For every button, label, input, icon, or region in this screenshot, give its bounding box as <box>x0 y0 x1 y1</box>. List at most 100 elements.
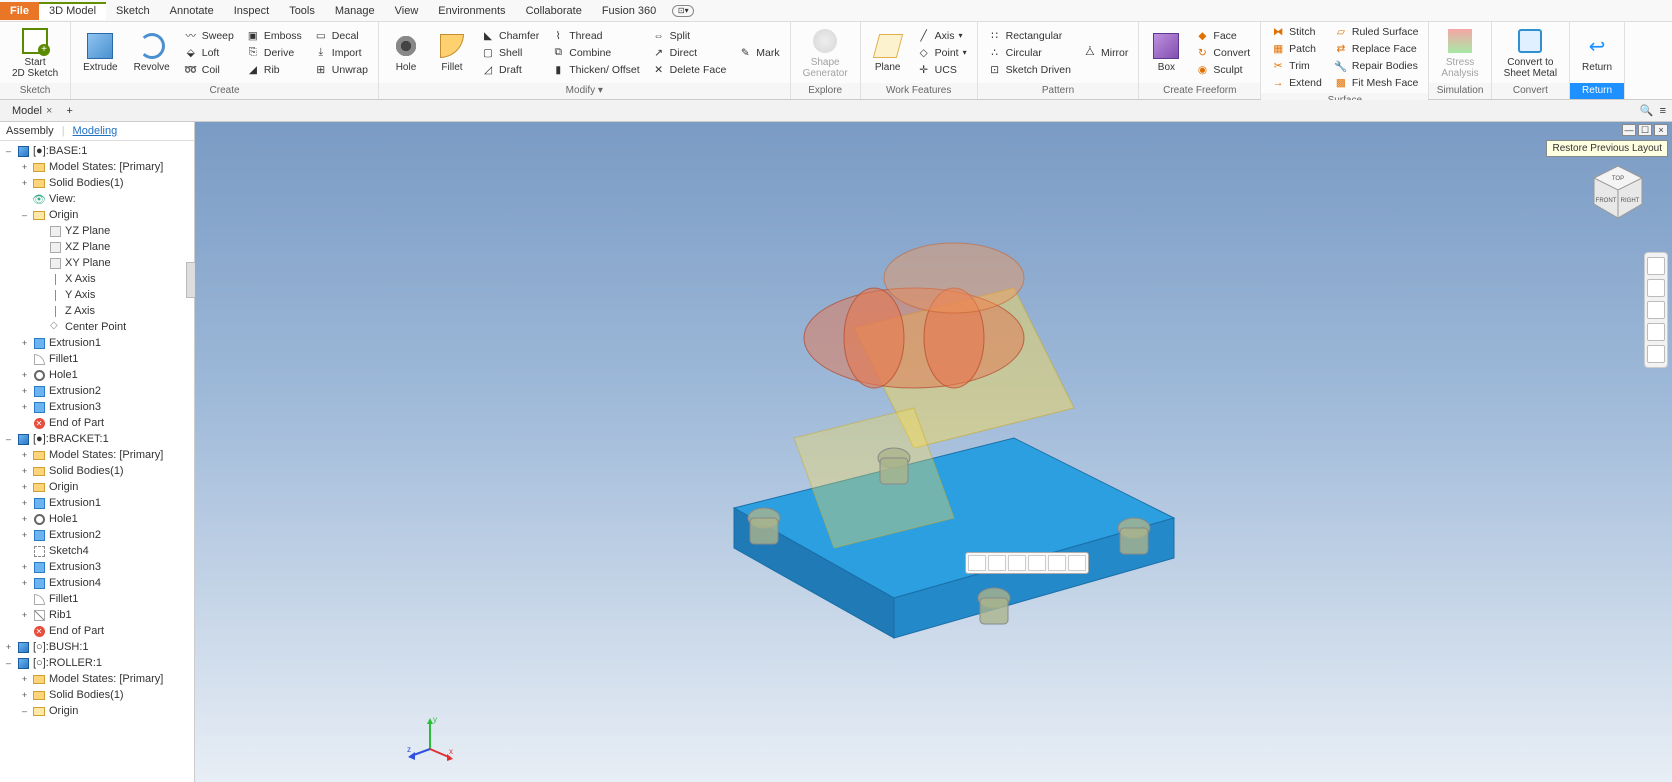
new-tab-button[interactable]: + <box>60 103 78 119</box>
collapse-ribbon-icon[interactable]: ⊡▾ <box>672 5 694 17</box>
mini-tool-3[interactable] <box>1008 555 1026 571</box>
expand-icon[interactable]: – <box>20 706 29 716</box>
tree-node[interactable]: Fillet1 <box>0 351 194 367</box>
ruled-surface-button[interactable]: ▱Ruled Surface <box>1330 24 1423 40</box>
sketch-driven-button[interactable]: ⊡Sketch Driven <box>984 62 1075 78</box>
viewport-maximize-button[interactable]: ☐ <box>1638 124 1652 136</box>
menu-environments[interactable]: Environments <box>428 2 515 20</box>
extrude-button[interactable]: Extrude <box>77 30 123 75</box>
draft-button[interactable]: ◿Draft <box>477 62 543 78</box>
sweep-button[interactable]: 〰Sweep <box>180 28 238 44</box>
expand-icon[interactable] <box>20 594 29 604</box>
tree-node[interactable]: +Origin <box>0 479 194 495</box>
fit-mesh-face-button[interactable]: ▩Fit Mesh Face <box>1330 75 1423 91</box>
split-button[interactable]: ⇔Split <box>648 28 731 44</box>
expand-icon[interactable] <box>36 242 45 252</box>
chamfer-button[interactable]: ◣Chamfer <box>477 28 543 44</box>
tree-node[interactable]: –[●]:BASE:1 <box>0 143 194 159</box>
trim-button[interactable]: ✂Trim <box>1267 58 1326 74</box>
decal-button[interactable]: ▭Decal <box>310 28 372 44</box>
expand-icon[interactable]: + <box>20 450 29 460</box>
expand-icon[interactable] <box>36 306 45 316</box>
expand-icon[interactable]: + <box>20 514 29 524</box>
menu-view[interactable]: View <box>385 2 429 20</box>
menu-file[interactable]: File <box>0 2 39 20</box>
tree-node[interactable]: ✕End of Part <box>0 623 194 639</box>
thread-button[interactable]: ⌇Thread <box>547 28 643 44</box>
expand-icon[interactable] <box>36 226 45 236</box>
expand-icon[interactable]: + <box>20 162 29 172</box>
point-button[interactable]: ◇Point ▾ <box>913 45 971 61</box>
tree-node[interactable]: +Extrusion1 <box>0 495 194 511</box>
expand-icon[interactable] <box>36 290 45 300</box>
panel-label-modify[interactable]: Modify ▾ <box>379 83 790 99</box>
repair-bodies-button[interactable]: 🔧Repair Bodies <box>1330 58 1423 74</box>
viewport-close-button[interactable]: × <box>1654 124 1668 136</box>
tree-node[interactable]: –Origin <box>0 703 194 719</box>
replace-face-button[interactable]: ⇄Replace Face <box>1330 41 1423 57</box>
expand-icon[interactable]: + <box>20 482 29 492</box>
tree-node[interactable]: XY Plane <box>0 255 194 271</box>
stitch-button[interactable]: ⧓Stitch <box>1267 24 1326 40</box>
tree-node[interactable]: –[●]:BRACKET:1 <box>0 431 194 447</box>
expand-icon[interactable]: + <box>4 642 13 652</box>
tree-node[interactable]: 👁View: <box>0 191 194 207</box>
emboss-button[interactable]: ▣Emboss <box>242 28 306 44</box>
expand-icon[interactable] <box>20 354 29 364</box>
menu-3d-model[interactable]: 3D Model <box>39 2 106 20</box>
nav-pan-button[interactable] <box>1647 279 1665 297</box>
tree-node[interactable]: +[○]:BUSH:1 <box>0 639 194 655</box>
tree-node[interactable]: Z Axis <box>0 303 194 319</box>
tree-node[interactable]: ✕End of Part <box>0 415 194 431</box>
combine-button[interactable]: ⧉Combine <box>547 45 643 61</box>
expand-icon[interactable]: + <box>20 530 29 540</box>
expand-icon[interactable]: – <box>4 146 13 156</box>
tree-node[interactable]: +Extrusion3 <box>0 399 194 415</box>
axis-button[interactable]: ╱Axis ▾ <box>913 28 971 44</box>
expand-icon[interactable] <box>36 322 45 332</box>
delete-face-button[interactable]: ✕Delete Face <box>648 62 731 78</box>
extend-button[interactable]: →Extend <box>1267 75 1326 91</box>
tree-node[interactable]: –Origin <box>0 207 194 223</box>
face-button[interactable]: ◆Face <box>1191 28 1254 44</box>
filter-icon[interactable]: ≡ <box>1660 105 1666 117</box>
tree-node[interactable]: XZ Plane <box>0 239 194 255</box>
menu-sketch[interactable]: Sketch <box>106 2 160 20</box>
tree-node[interactable]: +Solid Bodies(1) <box>0 463 194 479</box>
menu-inspect[interactable]: Inspect <box>224 2 279 20</box>
direct-button[interactable]: ↗Direct <box>648 45 731 61</box>
mini-tool-2[interactable] <box>988 555 1006 571</box>
expand-icon[interactable]: + <box>20 402 29 412</box>
tree-node[interactable]: +Solid Bodies(1) <box>0 175 194 191</box>
nav-orbit-button[interactable] <box>1647 323 1665 341</box>
fillet-button[interactable]: Fillet <box>431 30 473 75</box>
mirror-button[interactable]: ⧊Mirror <box>1079 45 1132 61</box>
doc-tab-model[interactable]: Model× <box>4 103 60 119</box>
return-button[interactable]: ↩Return <box>1576 30 1618 75</box>
expand-icon[interactable]: – <box>4 658 13 668</box>
tree-node[interactable]: YZ Plane <box>0 223 194 239</box>
expand-icon[interactable]: + <box>20 466 29 476</box>
tree-node[interactable]: +Extrusion2 <box>0 527 194 543</box>
mini-tool-1[interactable] <box>968 555 986 571</box>
menu-manage[interactable]: Manage <box>325 2 385 20</box>
box-button[interactable]: Box <box>1145 30 1187 75</box>
menu-fusion360[interactable]: Fusion 360 <box>592 2 666 20</box>
hole-button[interactable]: Hole <box>385 30 427 75</box>
rectangular-button[interactable]: ∷Rectangular <box>984 28 1075 44</box>
tree-node[interactable]: +Model States: [Primary] <box>0 159 194 175</box>
revolve-button[interactable]: Revolve <box>128 30 176 75</box>
start-2d-sketch-button[interactable]: Start 2D Sketch <box>6 25 64 81</box>
menu-tools[interactable]: Tools <box>279 2 325 20</box>
menu-collaborate[interactable]: Collaborate <box>516 2 592 20</box>
unwrap-button[interactable]: ⊞Unwrap <box>310 62 372 78</box>
expand-icon[interactable]: + <box>20 562 29 572</box>
tree-node[interactable]: +Extrusion3 <box>0 559 194 575</box>
mini-tool-4[interactable] <box>1028 555 1046 571</box>
tree-node[interactable]: +Hole1 <box>0 367 194 383</box>
expand-icon[interactable] <box>36 258 45 268</box>
shell-button[interactable]: ▢Shell <box>477 45 543 61</box>
patch-button[interactable]: ▦Patch <box>1267 41 1326 57</box>
mini-tool-6[interactable] <box>1068 555 1086 571</box>
menu-annotate[interactable]: Annotate <box>160 2 224 20</box>
